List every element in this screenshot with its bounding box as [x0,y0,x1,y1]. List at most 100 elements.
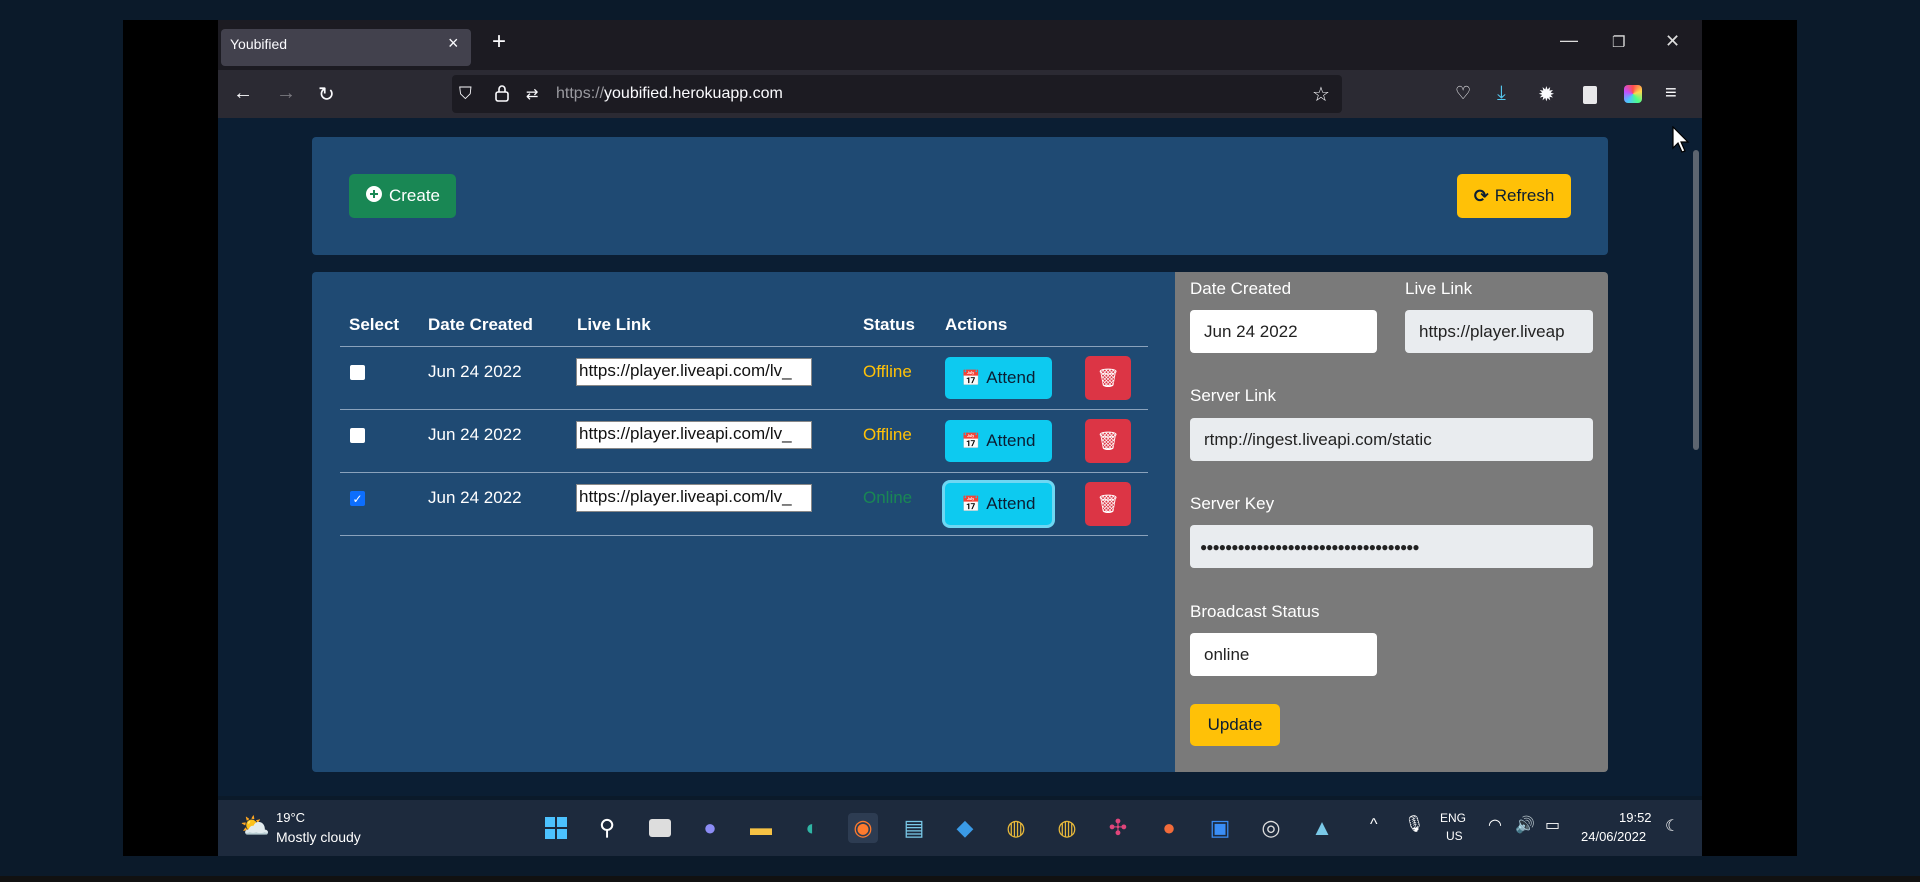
chat-icon[interactable]: ● [695,813,725,843]
date-created-label: Date Created [1190,279,1292,298]
row-checkbox[interactable] [350,365,365,380]
reader-icon[interactable] [1583,86,1597,104]
update-button[interactable]: Update [1190,704,1280,746]
scrollbar-thumb[interactable] [1693,150,1699,450]
weather-icon[interactable]: ⛅ [240,812,270,841]
attend-button[interactable]: 📅 Attend [945,483,1052,525]
row-live-link-input[interactable]: https://player.liveapi.com/lv_ [576,484,812,512]
row-live-link-input[interactable]: https://player.liveapi.com/lv_ [576,421,812,449]
obs-icon[interactable]: ◎ [1256,813,1286,843]
letterbox-right [1702,20,1797,856]
notifications-icon[interactable]: ☾ [1665,816,1679,836]
zoom-icon[interactable]: ▣ [1205,813,1235,843]
server-key-field[interactable]: ●●●●●●●●●●●●●●●●●●●●●●●●●●●●●●●●●●● [1190,525,1593,568]
refresh-label: Refresh [1494,186,1555,205]
row-checkbox[interactable]: ✓ [350,491,365,506]
row-checkbox[interactable] [350,428,365,443]
refresh-icon: ⟳ [1473,185,1489,206]
start-icon[interactable] [541,813,571,843]
create-label: Create [388,186,441,205]
region-indicator[interactable]: US [1446,829,1463,843]
tray-chevron-icon[interactable]: ^ [1370,816,1378,834]
permissions-icon[interactable]: ⇄ [526,85,539,103]
trash-icon: 🗑 [1096,493,1120,514]
header-live-link: Live Link [577,315,651,334]
vscode-icon[interactable]: ◆ [950,813,980,843]
row-date: Jun 24 2022 [428,362,522,381]
pocket-icon[interactable]: ♡ [1455,83,1471,104]
calendar-check-icon: 📅 [961,433,981,450]
create-button[interactable]: Create [349,174,456,218]
row-date: Jun 24 2022 [428,425,522,444]
photos-icon[interactable]: ▲ [1307,813,1337,843]
broadcast-status-field[interactable]: online [1190,633,1377,676]
calendar-check-icon: 📅 [961,496,981,513]
tab-close-icon[interactable]: × [448,33,459,54]
clock-date[interactable]: 24/06/2022 [1581,829,1646,844]
window-restore-icon[interactable]: ❐ [1612,33,1625,51]
file-explorer-icon[interactable]: ▬ [746,813,776,843]
delete-button[interactable]: 🗑 [1085,356,1131,400]
delete-button[interactable]: 🗑 [1085,482,1131,526]
slack-icon[interactable]: ✣ [1103,813,1133,843]
row-live-link-input[interactable]: https://player.liveapi.com/lv_ [576,358,812,386]
attend-button[interactable]: 📅 Attend [945,420,1052,462]
menu-icon[interactable]: ≡ [1665,82,1677,105]
server-link-field[interactable]: rtmp://ingest.liveapi.com/static [1190,418,1593,461]
row-status: Offline [863,425,912,444]
letterbox-left [123,20,218,856]
delete-button[interactable]: 🗑 [1085,419,1131,463]
wifi-icon[interactable]: ◠ [1488,815,1502,835]
weather-desc[interactable]: Mostly cloudy [276,829,361,845]
table-divider [340,535,1148,536]
header-date-created: Date Created [428,315,533,334]
live-link-field[interactable]: https://player.liveap [1405,310,1593,353]
tab-title: Youbified [230,36,288,52]
color-picker-icon[interactable] [1624,85,1642,103]
search-icon[interactable]: ⚲ [592,813,622,843]
attend-label: Attend [986,368,1036,387]
back-icon[interactable]: ← [233,82,253,105]
clock-time[interactable]: 19:52 [1619,810,1652,825]
shield-icon[interactable]: ⛉ [459,84,472,104]
date-created-field[interactable]: Jun 24 2022 [1190,310,1377,353]
chrome-icon[interactable]: ◍ [1001,813,1031,843]
live-link-label: Live Link [1405,279,1473,298]
chrome-profile-icon[interactable]: ◍ [1052,813,1082,843]
header-select: Select [349,315,400,334]
task-view-icon[interactable] [645,813,675,843]
row-status: Offline [863,362,912,381]
row-date: Jun 24 2022 [428,488,522,507]
url-protocol: https:// [556,85,605,102]
table-divider [340,472,1148,473]
bookmark-star-icon[interactable]: ☆ [1312,82,1330,107]
weather-temp[interactable]: 19°C [276,810,305,825]
url-text[interactable]: https://youbified.herokuapp.com [556,85,783,103]
battery-icon[interactable]: ▭ [1545,815,1560,835]
firefox-icon[interactable]: ◉ [848,813,878,843]
attend-label: Attend [986,494,1036,513]
plus-circle-icon [365,185,383,208]
extension-icon[interactable]: ✹ [1538,82,1555,107]
download-icon[interactable]: ⤓ [1497,82,1506,105]
new-tab-icon[interactable]: + [492,28,506,56]
microphone-icon[interactable]: 🎙 [1404,814,1424,834]
row-status: Online [863,488,913,507]
postman-icon[interactable]: ● [1154,813,1184,843]
volume-icon[interactable]: 🔊 [1515,815,1535,835]
broadcast-status-label: Broadcast Status [1190,602,1320,621]
window-minimize-icon[interactable]: — [1560,30,1578,51]
server-link-label: Server Link [1190,386,1276,405]
window-close-icon[interactable]: ✕ [1665,31,1680,52]
attend-button[interactable]: 📅 Attend [945,357,1052,399]
reload-icon[interactable]: ↻ [318,82,335,107]
mouse-cursor-icon [1672,125,1690,159]
lock-icon[interactable] [495,84,509,102]
refresh-button[interactable]: ⟳ Refresh [1457,174,1571,218]
edge-icon[interactable]: ◐ [797,813,827,843]
notepad-icon[interactable]: ▤ [899,813,929,843]
trash-icon: 🗑 [1096,367,1120,388]
toolbar-panel [312,137,1608,255]
language-indicator[interactable]: ENG [1440,811,1466,825]
table-divider [340,409,1148,410]
